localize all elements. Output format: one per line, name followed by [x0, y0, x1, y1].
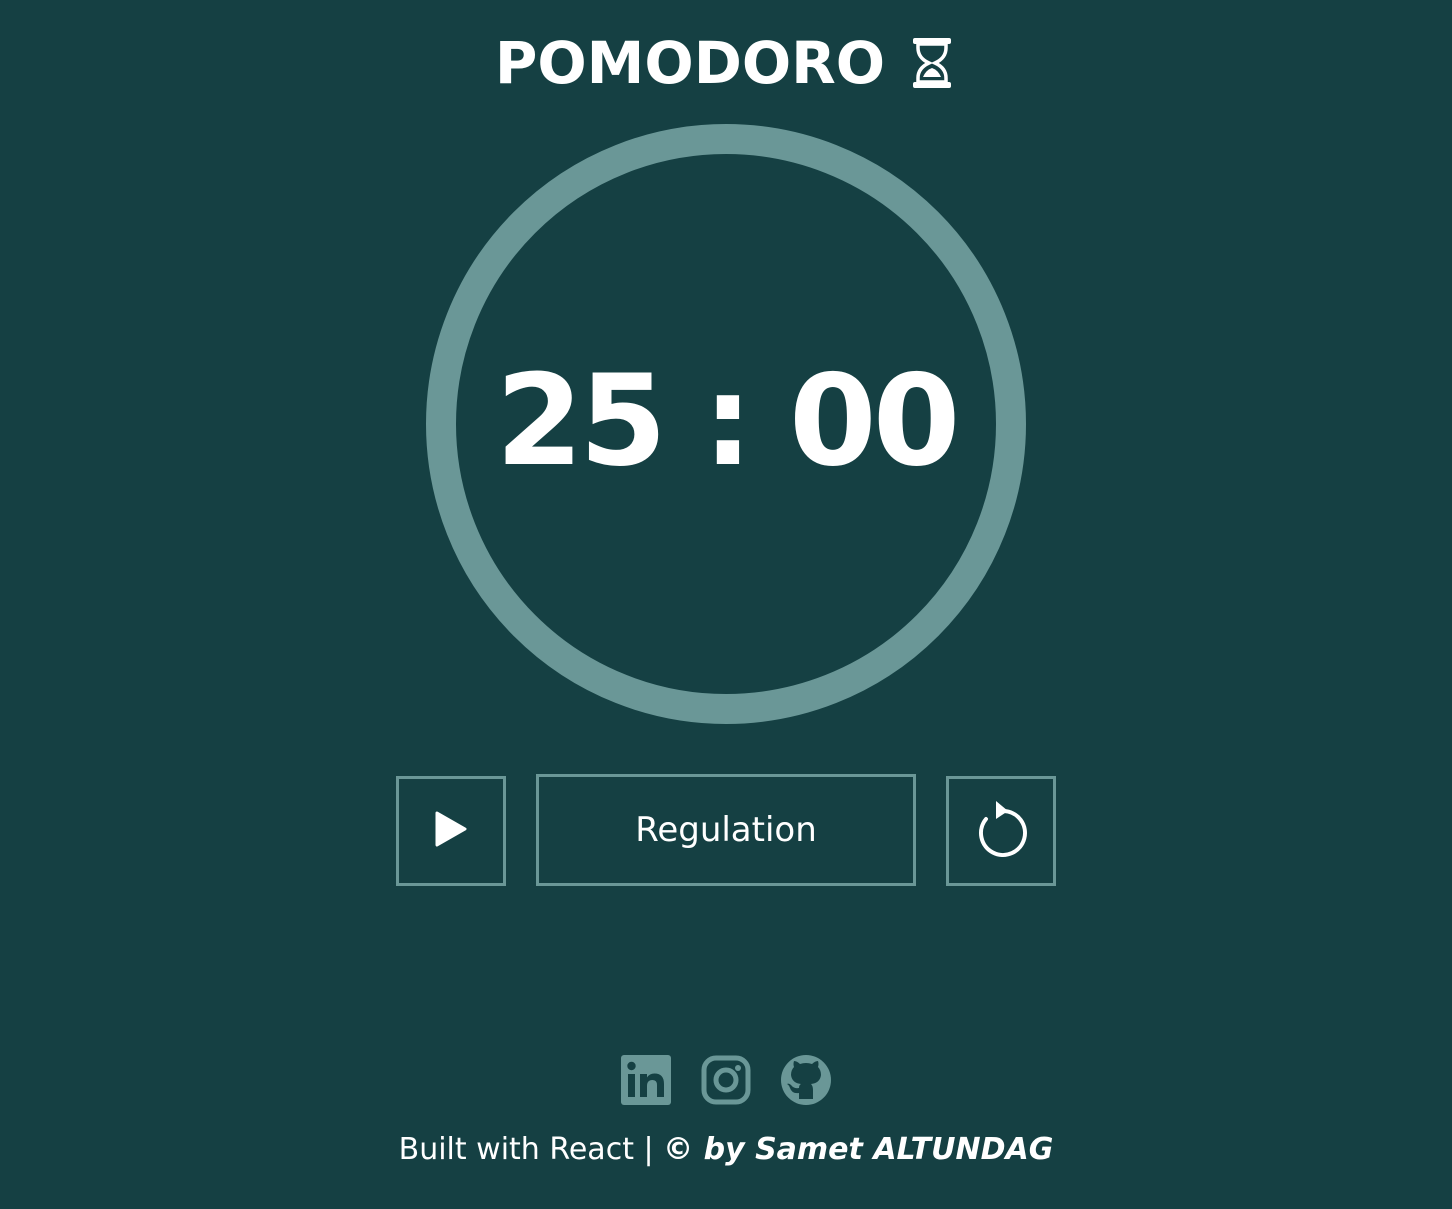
reset-button[interactable]: [946, 776, 1056, 886]
social-links: [0, 1055, 1452, 1109]
reset-icon: [974, 799, 1028, 863]
github-icon: [781, 1055, 831, 1109]
pomodoro-page: POMODORO 25 : 00 Regulation Built with R…: [0, 0, 1452, 1209]
instagram-link[interactable]: [701, 1055, 751, 1109]
regulation-label: Regulation: [635, 810, 817, 850]
regulation-button[interactable]: Regulation: [536, 774, 916, 886]
hourglass-icon: [907, 35, 957, 91]
time-text: 25 : 00: [495, 346, 961, 494]
linkedin-link[interactable]: [621, 1055, 671, 1109]
footer: Built with React | © by Samet ALTUNDAG: [0, 1128, 1452, 1172]
header: POMODORO: [0, 28, 1452, 98]
footer-built-with: Built with React |: [398, 1132, 654, 1167]
controls: Regulation: [0, 774, 1452, 886]
linkedin-icon: [621, 1055, 671, 1109]
page-title: POMODORO: [494, 29, 886, 97]
footer-author: © by Samet ALTUNDAG: [663, 1132, 1054, 1167]
instagram-icon: [701, 1055, 751, 1109]
play-button[interactable]: [396, 776, 506, 886]
play-icon: [433, 809, 469, 853]
timer-ring: 25 : 00: [426, 124, 1026, 724]
github-link[interactable]: [781, 1055, 831, 1109]
time-display: 25 : 00: [426, 124, 1026, 724]
